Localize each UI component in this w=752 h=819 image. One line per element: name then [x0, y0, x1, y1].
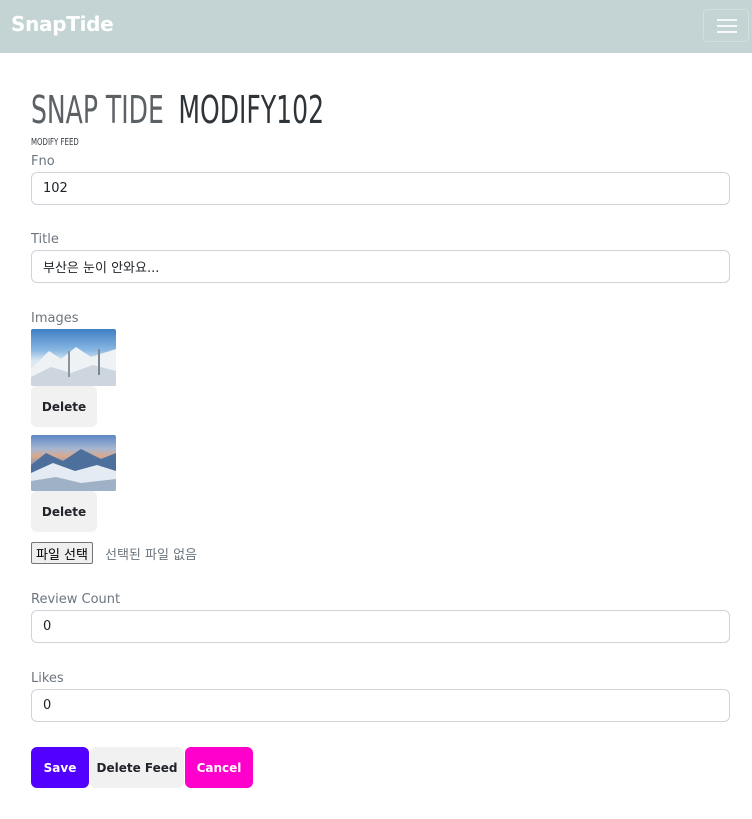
page-title-brand: SNAP TIDE	[31, 88, 164, 132]
title-label: Title	[31, 232, 59, 247]
navbar: SnapTide	[0, 0, 752, 53]
page-title-modify: MODIFY102	[178, 88, 325, 132]
feed-image-thumbnail	[31, 329, 116, 386]
file-select-button[interactable]: 파일 선택	[31, 542, 93, 564]
title-field[interactable]: 부산은 눈이 안와요...	[31, 250, 730, 283]
feed-image-thumbnail	[31, 435, 116, 491]
menu-bar	[717, 19, 737, 21]
hamburger-menu-icon[interactable]	[703, 9, 749, 42]
save-button[interactable]: Save	[31, 747, 89, 788]
fno-label: Fno	[31, 154, 55, 169]
likes-label: Likes	[31, 671, 64, 686]
page-title: SNAP TIDE MODIFY102	[31, 86, 324, 134]
file-status: 선택된 파일 없음	[105, 548, 197, 563]
navbar-brand[interactable]: SnapTide	[11, 12, 114, 36]
page-subtitle: MODIFY FEED	[31, 137, 79, 148]
delete-image-button[interactable]: Delete	[31, 491, 97, 532]
images-label: Images	[31, 311, 79, 326]
delete-image-button[interactable]: Delete	[31, 386, 97, 427]
delete-feed-button[interactable]: Delete Feed	[90, 747, 184, 788]
fno-field[interactable]: 102	[31, 172, 730, 205]
review-count-label: Review Count	[31, 592, 121, 607]
cancel-button[interactable]: Cancel	[185, 747, 253, 788]
menu-bar	[717, 31, 737, 33]
likes-field[interactable]: 0	[31, 689, 730, 722]
menu-bar	[717, 25, 737, 27]
review-count-field[interactable]: 0	[31, 610, 730, 643]
